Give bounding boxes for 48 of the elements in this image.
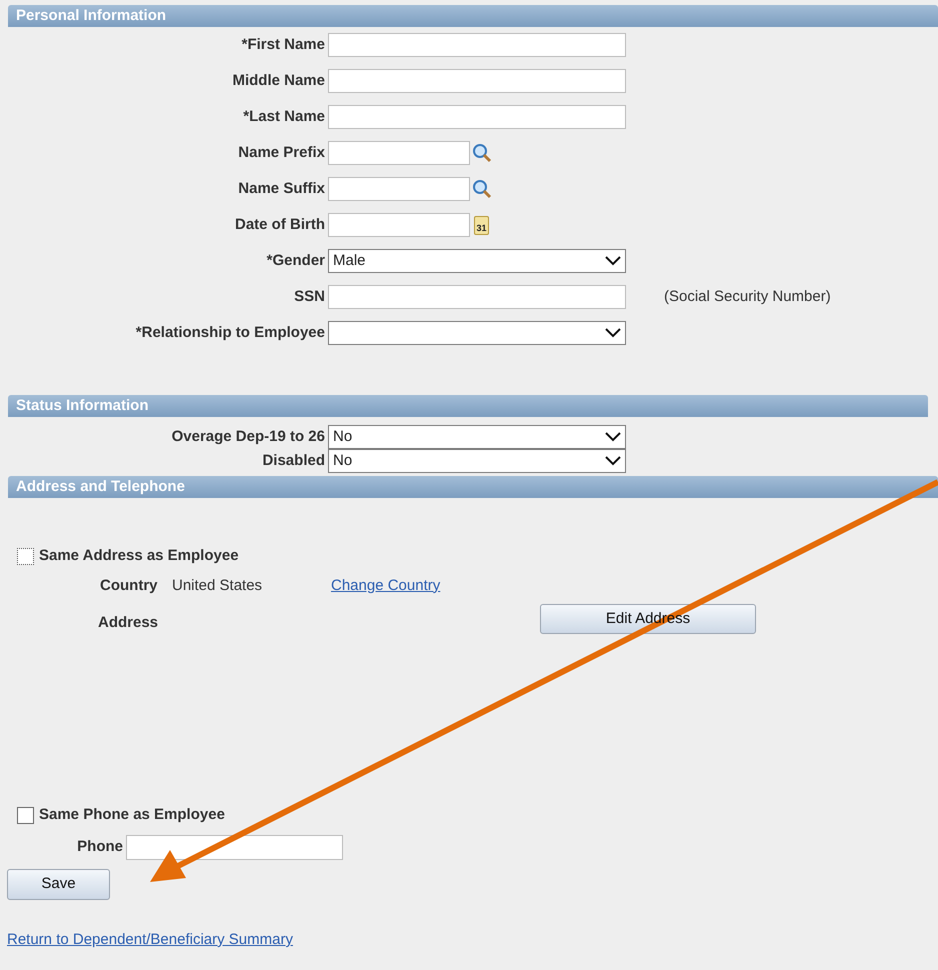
calendar-icon[interactable]: 31 — [474, 216, 489, 234]
field-label: *Last Name — [243, 106, 325, 127]
text-input[interactable] — [328, 33, 626, 57]
chevron-down-icon — [605, 456, 621, 466]
field-label: Name Prefix — [238, 142, 325, 163]
dropdown-field[interactable] — [328, 321, 626, 345]
field-label: SSN — [294, 286, 325, 307]
return-link[interactable]: Return to Dependent/Beneficiary Summary — [7, 931, 293, 948]
field-label: Name Suffix — [238, 178, 325, 199]
change-country-link[interactable]: Change Country — [331, 574, 440, 598]
checkbox-label: Same Phone as Employee — [39, 804, 225, 825]
field-label: *Gender — [266, 250, 325, 271]
dropdown-field[interactable]: No — [328, 425, 626, 449]
field-label: *Relationship to Employee — [136, 322, 325, 343]
text-input[interactable] — [328, 141, 470, 165]
text-input[interactable] — [328, 69, 626, 93]
field-note: (Social Security Number) — [664, 286, 831, 307]
checkbox[interactable] — [17, 548, 34, 564]
field-label: Middle Name — [232, 70, 325, 91]
checkbox-label: Same Address as Employee — [39, 546, 239, 566]
text-input[interactable] — [328, 105, 626, 129]
chevron-down-icon — [605, 432, 621, 442]
chevron-down-icon — [605, 328, 621, 338]
field-label: *First Name — [242, 34, 325, 55]
checkbox[interactable] — [17, 806, 34, 824]
save-button[interactable]: Save — [7, 869, 110, 900]
dropdown-field[interactable]: Male — [328, 249, 626, 273]
dropdown-value: No — [333, 450, 352, 471]
field-label: Country — [100, 576, 158, 596]
section-header: Status Information — [8, 395, 928, 417]
dropdown-field[interactable]: No — [328, 449, 626, 473]
text-input[interactable] — [328, 177, 470, 201]
phone-input[interactable] — [126, 834, 343, 860]
field-label: Overage Dep-19 to 26 — [172, 426, 325, 447]
field-label: Address — [98, 612, 160, 633]
dropdown-value: Male — [333, 250, 366, 271]
search-icon[interactable] — [472, 143, 492, 163]
date-input[interactable] — [328, 213, 470, 237]
section-header: Personal Information — [8, 5, 938, 27]
text-input[interactable] — [328, 285, 626, 309]
field-label: Phone — [77, 836, 123, 857]
country-value: United States — [172, 576, 264, 596]
search-icon[interactable] — [472, 179, 492, 199]
field-label: Date of Birth — [235, 214, 325, 235]
dropdown-value: No — [333, 426, 352, 447]
section-header: Address and Telephone — [8, 476, 938, 498]
field-label: Disabled — [262, 450, 325, 471]
chevron-down-icon — [605, 256, 621, 266]
